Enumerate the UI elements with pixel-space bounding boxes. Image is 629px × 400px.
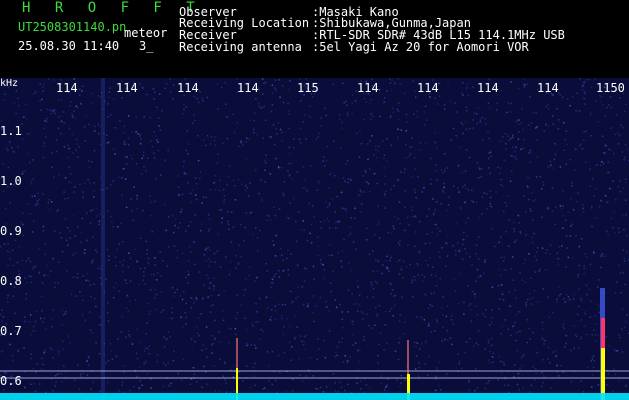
x-tick: 114 bbox=[537, 81, 559, 95]
y-tick: 0.6 bbox=[0, 374, 22, 388]
x-tick: 114 bbox=[357, 81, 379, 95]
x-tick: 114 bbox=[417, 81, 439, 95]
antenna-label: Receiving antenna bbox=[179, 40, 302, 54]
timestamp: 25.08.30 11:40 bbox=[18, 39, 120, 53]
meteor-count: 3_ bbox=[139, 39, 154, 53]
y-tick: 0.9 bbox=[0, 224, 22, 238]
frequency-unit-label: kHz bbox=[0, 78, 19, 89]
x-tick: 115 bbox=[297, 81, 319, 95]
x-tick: 1150 bbox=[596, 81, 625, 95]
meteor-label: meteor bbox=[124, 26, 168, 40]
baseline-noise bbox=[0, 393, 629, 400]
noise-layer bbox=[0, 78, 629, 400]
y-tick: 0.7 bbox=[0, 324, 22, 338]
vertical-band bbox=[101, 78, 105, 400]
app-title: H R O F F T bbox=[22, 0, 203, 16]
y-tick: 1.0 bbox=[0, 174, 22, 188]
file-name: UT2508301140.pn bbox=[18, 20, 127, 34]
spectrogram-canvas bbox=[0, 78, 629, 400]
y-tick: 1.1 bbox=[0, 124, 22, 138]
x-tick: 114 bbox=[477, 81, 499, 95]
y-tick: 0.8 bbox=[0, 274, 22, 288]
spectrogram-plot: kHz 114 114 114 114 115 114 114 114 114 … bbox=[0, 78, 629, 400]
x-tick: 114 bbox=[56, 81, 78, 95]
echo-trace bbox=[601, 348, 605, 400]
x-tick: 114 bbox=[177, 81, 199, 95]
echo-trace bbox=[601, 318, 605, 348]
x-tick: 114 bbox=[116, 81, 138, 95]
antenna-value: :5el Yagi Az 20 for Aomori VOR bbox=[312, 40, 529, 54]
x-tick: 114 bbox=[237, 81, 259, 95]
header-panel: H R O F F T UT2508301140.pn meteor 25.08… bbox=[0, 0, 629, 78]
